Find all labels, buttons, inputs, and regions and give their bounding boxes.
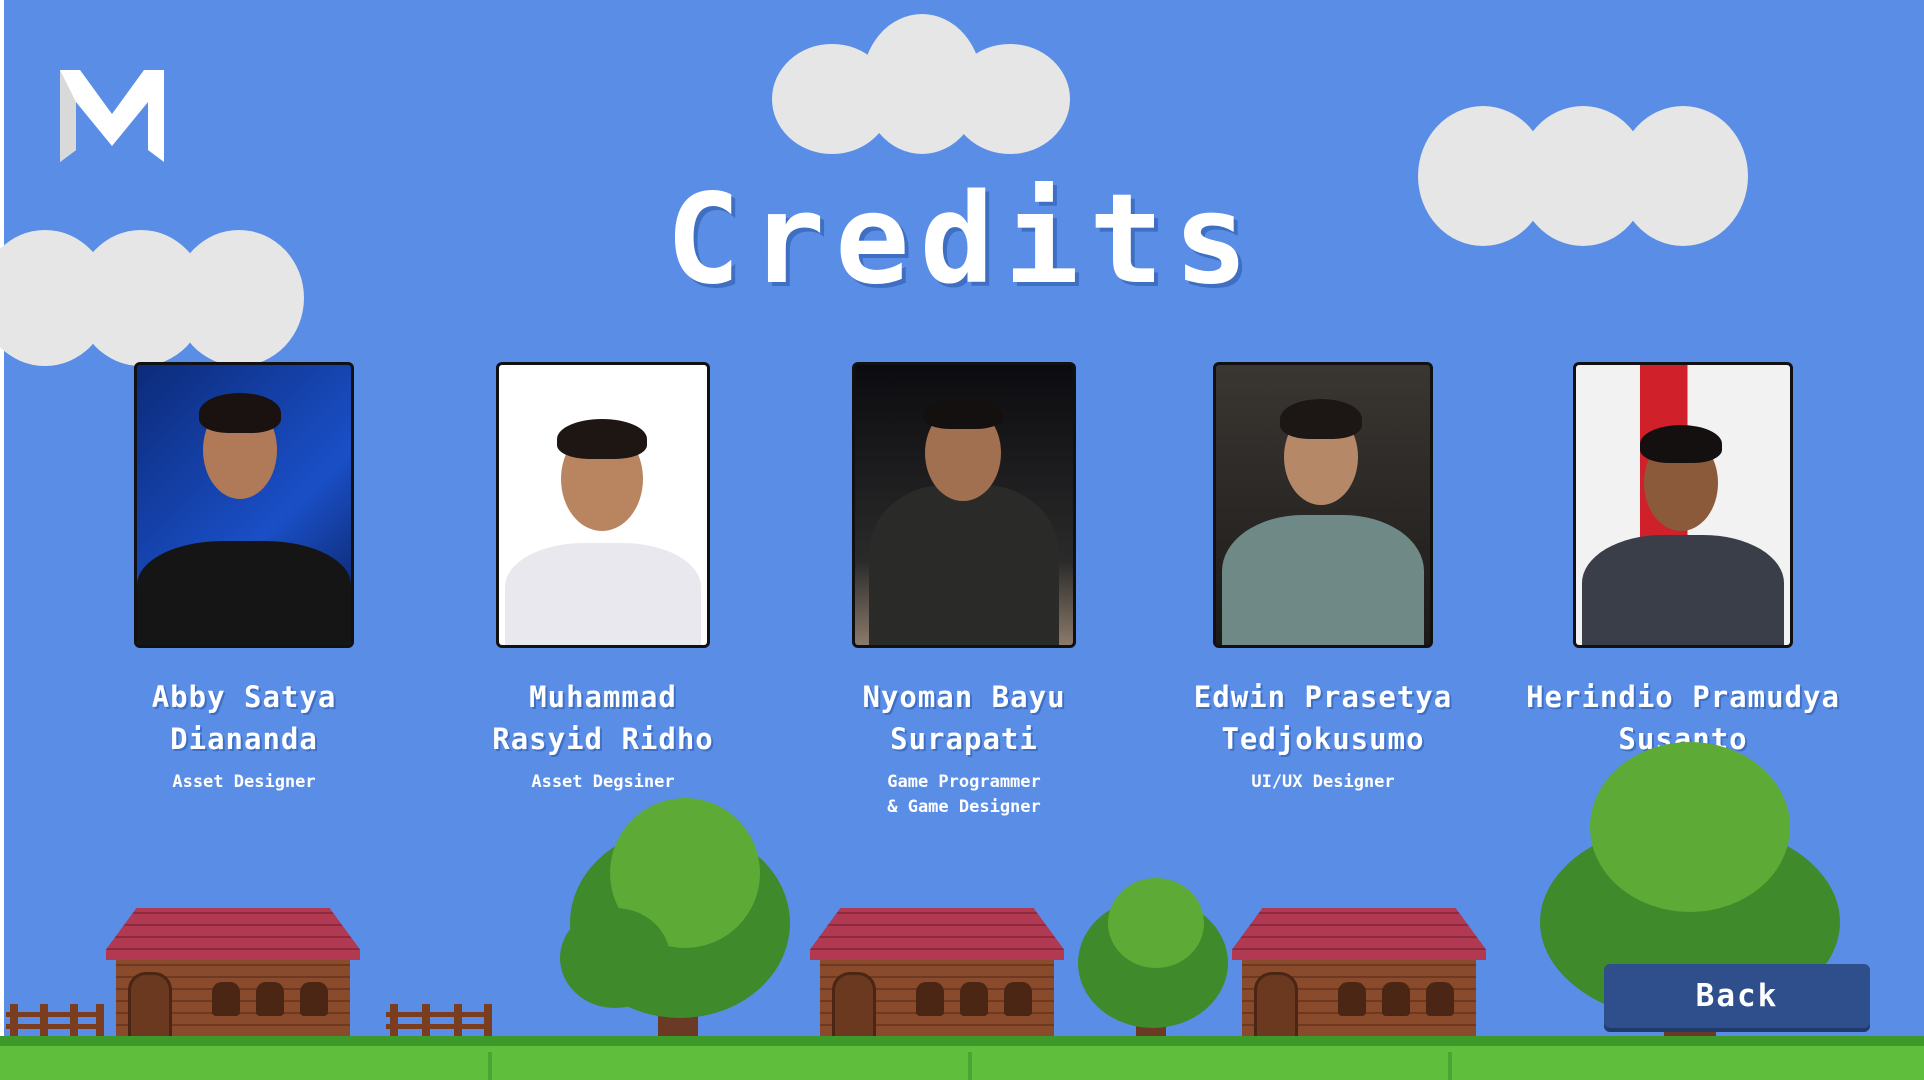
member-photo (1213, 362, 1433, 648)
member-role: Asset Designer (172, 772, 316, 792)
house (1232, 908, 1486, 1042)
member-photo (496, 362, 710, 648)
team-member-card: Edwin Prasetya Tedjokusumo UI/UX Designer (1143, 362, 1503, 795)
back-button[interactable]: Back (1604, 964, 1870, 1028)
member-name: Edwin Prasetya Tedjokusumo (1193, 680, 1453, 756)
member-role: Game Programmer & Game Designer (887, 772, 1041, 817)
member-name: Muhammad Rasyid Ridho (492, 680, 714, 756)
fence (386, 1004, 492, 1036)
fence (6, 1004, 104, 1036)
ground-seam (488, 1052, 492, 1080)
m-logo-icon (56, 68, 168, 164)
page-title: Credits (665, 168, 1259, 312)
team-member-card: Herindio PramudyaSusanto Game Designer (1503, 362, 1863, 795)
team-member-card: Muhammad Rasyid Ridho Asset Degsiner (423, 362, 783, 795)
tree (1078, 878, 1228, 1056)
member-role: Asset Degsiner (531, 772, 675, 792)
cloud-top-center (772, 14, 1070, 154)
member-role: UI/UX Designer (1251, 772, 1395, 792)
team-member-card: Nyoman Bayu Surapati Game Programmer & Ga… (784, 362, 1144, 820)
member-photo (1573, 362, 1793, 648)
ground-seam (968, 1052, 972, 1080)
team-member-card: Abby Satya Diananda Asset Designer (64, 362, 424, 795)
house (106, 908, 360, 1042)
screen-edge (0, 0, 4, 1080)
member-name: Abby Satya Diananda (151, 680, 337, 756)
house (810, 908, 1064, 1042)
member-photo (134, 362, 354, 648)
ground-seam (1448, 1052, 1452, 1080)
tree (1540, 742, 1840, 1080)
ground-edge (0, 1036, 1924, 1046)
tree (560, 798, 796, 1072)
member-photo (852, 362, 1076, 648)
member-name: Nyoman Bayu Surapati (862, 680, 1066, 756)
